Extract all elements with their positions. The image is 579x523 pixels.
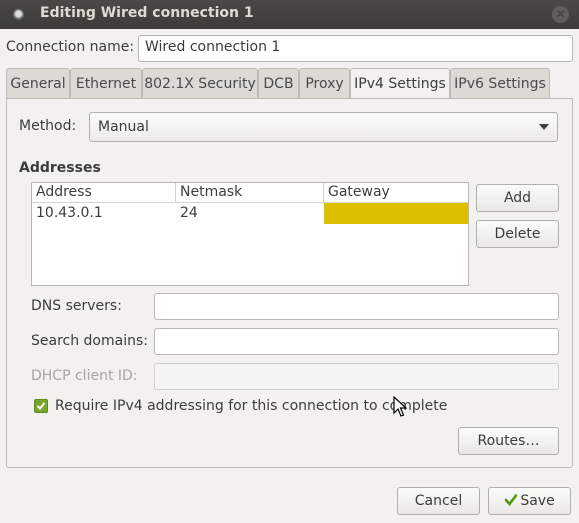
address-cell[interactable]: 10.43.0.1 [32, 203, 176, 224]
tab-8021x-security[interactable]: 802.1X Security [142, 68, 258, 99]
cancel-button[interactable]: Cancel [397, 487, 480, 515]
column-header-gateway[interactable]: Gateway [324, 183, 468, 203]
netmask-cell[interactable]: 24 [176, 203, 324, 224]
connection-name-label: Connection name: [6, 39, 135, 55]
title-bar: Editing Wired connection 1 ✕ [0, 0, 579, 29]
mouse-cursor-icon [393, 396, 407, 417]
add-address-button[interactable]: Add [476, 184, 559, 212]
tab-ethernet[interactable]: Ethernet [70, 68, 142, 99]
tab-general[interactable]: General [6, 68, 70, 99]
tab-dcb[interactable]: DCB [258, 68, 299, 99]
column-header-netmask[interactable]: Netmask [176, 183, 324, 203]
connection-name-input[interactable]: Wired connection 1 [138, 35, 573, 62]
app-icon [13, 9, 24, 20]
tab-proxy[interactable]: Proxy [299, 68, 350, 99]
addresses-heading: Addresses [19, 160, 101, 176]
chevron-down-icon [539, 124, 549, 130]
method-select[interactable]: Manual [89, 112, 558, 142]
dns-servers-label: DNS servers: [31, 298, 122, 314]
search-domains-input[interactable] [154, 328, 559, 355]
save-button[interactable]: Save [488, 487, 571, 515]
method-label: Method: [19, 118, 77, 134]
search-domains-label: Search domains: [31, 333, 148, 349]
dns-servers-input[interactable] [154, 293, 559, 320]
delete-address-button[interactable]: Delete [476, 220, 559, 248]
checkmark-icon [36, 402, 46, 410]
require-ipv4-label[interactable]: Require IPv4 addressing for this connect… [55, 398, 447, 414]
close-icon[interactable]: ✕ [552, 6, 569, 23]
tab-ipv4-settings[interactable]: IPv4 Settings [350, 68, 450, 100]
dhcp-client-id-label: DHCP client ID: [31, 368, 138, 384]
save-label: Save [520, 493, 555, 509]
window-title: Editing Wired connection 1 [40, 5, 254, 21]
tab-ipv6-settings[interactable]: IPv6 Settings [450, 68, 550, 99]
method-value: Manual [98, 119, 149, 135]
require-ipv4-checkbox[interactable] [34, 399, 48, 413]
checkmark-icon [505, 494, 518, 506]
column-header-address[interactable]: Address [32, 183, 176, 203]
addresses-table[interactable]: Address Netmask Gateway 10.43.0.1 24 [31, 182, 469, 286]
dhcp-client-id-input [154, 363, 559, 390]
gateway-cell-editing[interactable] [324, 203, 468, 224]
routes-button[interactable]: Routes… [458, 427, 559, 455]
